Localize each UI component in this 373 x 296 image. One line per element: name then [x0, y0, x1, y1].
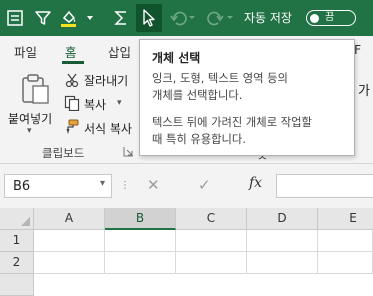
filter-icon[interactable] [30, 4, 56, 32]
cell-d1[interactable] [247, 230, 318, 252]
column-header-a[interactable]: A [34, 208, 105, 230]
autosave-toggle-label: 끔 [325, 12, 335, 23]
formula-bar-grip-icon[interactable]: ⋮ [120, 180, 130, 191]
name-box-value: B6 [13, 179, 31, 194]
tab-home[interactable]: 홈 [65, 42, 77, 61]
tooltip-line-2: 개체를 선택합니다. [152, 89, 243, 102]
copy-icon [64, 95, 80, 111]
partial-ribbon-text: 가 [358, 84, 370, 99]
autosave-toggle[interactable]: 끔 [306, 10, 356, 26]
worksheet-grid: A B C D E 1 2 [0, 208, 373, 296]
cell-e1[interactable] [318, 230, 373, 252]
copy-button[interactable]: 복사 [84, 96, 106, 113]
cell-d2[interactable] [247, 252, 318, 274]
cut-button[interactable]: 잘라내기 [84, 72, 128, 89]
select-all-triangle-icon [21, 217, 30, 226]
cell-c1[interactable] [176, 230, 247, 252]
column-header-e[interactable]: E [318, 208, 373, 230]
quick-access-toolbar: 자동 저장 끔 [0, 0, 373, 36]
paste-label[interactable]: 붙여넣기 [8, 110, 52, 127]
enter-icon[interactable]: ✓ [198, 176, 211, 194]
tooltip-line-4: 때 특히 유용합니다. [152, 133, 246, 146]
tooltip-line-3: 텍스트 뒤에 가려진 개체로 작업할 [152, 116, 312, 129]
cell-b2[interactable] [105, 252, 176, 274]
tab-partial[interactable]: F [354, 42, 361, 57]
tooltip-line-1: 잉크, 도형, 텍스트 영역 등의 [152, 72, 288, 85]
undo-icon[interactable] [166, 4, 200, 32]
select-all-button[interactable] [0, 208, 34, 230]
dropdown-arrow-icon[interactable] [82, 4, 98, 32]
select-objects-icon[interactable] [136, 4, 162, 32]
format-painter-icon [66, 119, 79, 134]
row-header-1[interactable]: 1 [0, 230, 34, 252]
cell-c2[interactable] [176, 252, 247, 274]
fill-color-icon[interactable] [56, 4, 82, 32]
redo-icon[interactable] [204, 4, 238, 32]
column-header-b[interactable]: B [105, 208, 176, 230]
paste-dropdown-icon[interactable]: ▾ [27, 126, 32, 136]
select-objects-tooltip: 개체 선택 잉크, 도형, 텍스트 영역 등의 개체를 선택합니다. 텍스트 뒤… [139, 39, 355, 156]
column-header-d[interactable]: D [247, 208, 318, 230]
row-header-2[interactable]: 2 [0, 252, 34, 274]
format-painter-button[interactable]: 서식 복사 [84, 120, 132, 137]
tab-file[interactable]: 파일 [14, 42, 37, 61]
cell-e2[interactable] [318, 252, 373, 274]
scissors-icon [65, 73, 79, 88]
name-box[interactable]: B6 ▾ [4, 174, 112, 198]
formula-input[interactable] [276, 174, 373, 198]
row-header-3[interactable] [0, 274, 34, 296]
cell-a1[interactable] [34, 230, 105, 252]
toggle-knob [310, 13, 319, 23]
name-box-dropdown-icon[interactable]: ▾ [100, 178, 105, 189]
column-header-c[interactable]: C [176, 208, 247, 230]
copy-dropdown-icon[interactable]: ▾ [117, 98, 122, 108]
clipboard-group-label: 클립보드 [42, 146, 85, 160]
form-icon[interactable] [2, 4, 28, 32]
cell-b1[interactable] [105, 230, 176, 252]
tab-insert[interactable]: 삽입 [108, 42, 131, 61]
autosum-icon[interactable] [108, 4, 134, 32]
cell-a2[interactable] [34, 252, 105, 274]
insert-function-icon[interactable]: fx [249, 175, 262, 191]
paste-icon[interactable] [18, 72, 52, 106]
tooltip-title: 개체 선택 [152, 51, 201, 65]
cancel-icon[interactable]: ✕ [147, 176, 160, 194]
clipboard-dialog-launcher-icon[interactable] [123, 146, 134, 157]
autosave-label: 자동 저장 [244, 11, 292, 25]
